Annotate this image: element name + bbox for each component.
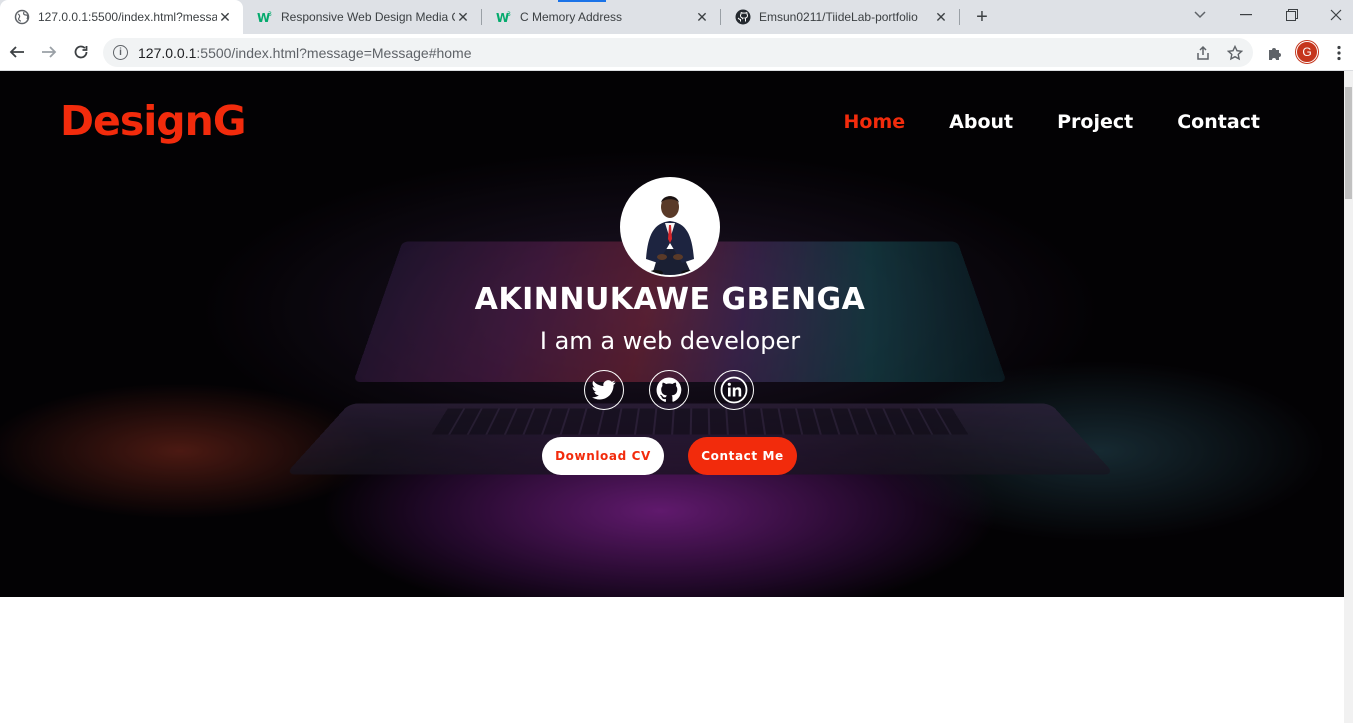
hero-tagline: I am a web developer — [539, 327, 801, 355]
forward-button[interactable] — [35, 38, 63, 66]
nav-link-home[interactable]: Home — [844, 111, 906, 133]
nav-link-contact[interactable]: Contact — [1177, 111, 1260, 133]
tab-separator — [959, 9, 960, 25]
browser-toolbar: i 127.0.0.1:5500/index.html?message=Mess… — [0, 34, 1353, 71]
hero-section: DesignG Home About Project Contact AKINN… — [0, 71, 1344, 597]
close-window-icon[interactable] — [1316, 0, 1353, 30]
close-tab-icon[interactable]: ✕ — [455, 9, 471, 25]
site-info-icon[interactable]: i — [113, 45, 128, 60]
url-path: :5500/index.html?message=Message#home — [196, 45, 472, 61]
tab-c-memory-address[interactable]: W3 C Memory Address ✕ — [482, 0, 720, 34]
more-menu-icon[interactable] — [1328, 42, 1350, 64]
close-tab-icon[interactable]: ✕ — [694, 9, 710, 25]
main-nav: Home About Project Contact — [844, 111, 1260, 133]
svg-text:3: 3 — [268, 11, 272, 18]
tab-title: C Memory Address — [520, 10, 623, 24]
w3schools-icon: W3 — [496, 9, 512, 25]
share-icon[interactable] — [1193, 43, 1213, 63]
twitter-link[interactable] — [584, 370, 624, 410]
close-tab-icon[interactable]: ✕ — [933, 9, 949, 25]
profile-photo — [620, 177, 720, 277]
twitter-icon — [592, 380, 616, 400]
bookmark-star-icon[interactable] — [1225, 43, 1245, 63]
tab-title: 127.0.0.1:5500/index.html?messa — [38, 10, 217, 24]
page-scrollbar[interactable] — [1344, 71, 1353, 723]
page-viewport: DesignG Home About Project Contact AKINN… — [0, 71, 1353, 723]
arrow-right-icon — [42, 46, 57, 58]
new-tab-button[interactable]: + — [971, 6, 993, 28]
tab-github-portfolio[interactable]: Emsun0211/TiideLab-portfolio ✕ — [721, 0, 959, 34]
browser-tab-strip: 127.0.0.1:5500/index.html?messa ✕ W3 Res… — [0, 0, 1353, 34]
back-button[interactable] — [3, 38, 31, 66]
address-bar[interactable]: i 127.0.0.1:5500/index.html?message=Mess… — [103, 38, 1253, 67]
github-link[interactable] — [649, 370, 689, 410]
nav-link-about[interactable]: About — [949, 111, 1013, 133]
tab-localhost[interactable]: 127.0.0.1:5500/index.html?messa ✕ — [0, 0, 243, 34]
globe-icon — [14, 9, 30, 25]
hero-name: AKINNUKAWE GBENGA — [474, 282, 866, 317]
close-tab-icon[interactable]: ✕ — [217, 9, 233, 25]
extensions-puzzle-icon[interactable] — [1264, 42, 1286, 64]
github-icon — [735, 9, 751, 25]
download-cv-button[interactable]: Download CV — [542, 437, 664, 475]
scrollbar-thumb[interactable] — [1345, 87, 1352, 199]
arrow-left-icon — [9, 46, 24, 58]
nav-link-project[interactable]: Project — [1057, 111, 1133, 133]
restore-icon[interactable] — [1272, 0, 1312, 30]
url-host: 127.0.0.1 — [138, 45, 197, 61]
tab-title: Responsive Web Design Media Q — [281, 10, 455, 24]
profile-initial: G — [1302, 45, 1312, 59]
tab-search-icon[interactable] — [1180, 0, 1220, 30]
url-text[interactable]: 127.0.0.1:5500/index.html?message=Messag… — [138, 45, 472, 61]
tab-title: Emsun0211/TiideLab-portfolio — [759, 10, 918, 24]
linkedin-link[interactable] — [714, 370, 754, 410]
github-icon — [656, 377, 682, 402]
contact-me-button[interactable]: Contact Me — [688, 437, 797, 475]
minimize-icon[interactable] — [1226, 0, 1266, 30]
linkedin-icon — [720, 376, 748, 404]
reload-button[interactable] — [67, 38, 95, 66]
svg-text:3: 3 — [507, 11, 511, 18]
profile-avatar[interactable]: G — [1296, 41, 1318, 63]
tab-responsive-web-design[interactable]: W3 Responsive Web Design Media Q ✕ — [243, 0, 481, 34]
w3schools-icon: W3 — [257, 9, 273, 25]
brand-logo[interactable]: DesignG — [60, 97, 246, 145]
social-links — [584, 370, 754, 410]
reload-icon — [74, 45, 88, 59]
